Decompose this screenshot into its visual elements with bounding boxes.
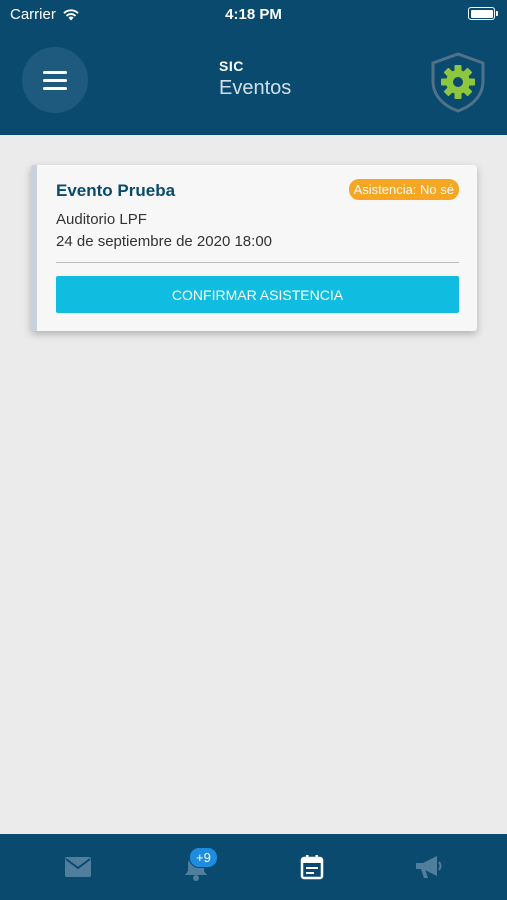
- bottom-tab-bar: [0, 834, 507, 900]
- battery-icon: [468, 7, 498, 20]
- mail-icon: [65, 857, 91, 877]
- menu-button[interactable]: [22, 47, 88, 113]
- title-block: SIC Eventos: [219, 58, 291, 100]
- calendar-icon: [300, 855, 324, 880]
- card-divider: [56, 262, 459, 263]
- event-card[interactable]: Evento Prueba Asistencia: No sé Auditori…: [31, 165, 477, 331]
- event-title: Evento Prueba: [56, 181, 176, 200]
- app-title: SIC: [219, 58, 244, 74]
- tab-mail[interactable]: [62, 851, 94, 883]
- event-location: Auditorio LPF: [56, 211, 147, 228]
- megaphone-icon: [416, 856, 442, 878]
- status-bar: Carrier 4:18 PM: [0, 0, 507, 28]
- tab-announcements[interactable]: [412, 851, 444, 883]
- hamburger-menu-icon: [43, 70, 67, 74]
- event-date: 24 de septiembre de 2020 18:00: [56, 233, 272, 250]
- shield-gear-icon[interactable]: [428, 51, 488, 113]
- page-title: Eventos: [219, 77, 292, 99]
- notification-count-badge: +9: [189, 847, 218, 868]
- status-time: 4:18 PM: [225, 6, 282, 23]
- app-header: Carrier 4:18 PM SIC Eventos: [0, 0, 507, 135]
- attendance-status-badge: Asistencia: No sé: [348, 179, 459, 200]
- tab-events[interactable]: [296, 851, 328, 883]
- confirm-attendance-button[interactable]: CONFIRMAR ASISTENCIA: [56, 276, 459, 313]
